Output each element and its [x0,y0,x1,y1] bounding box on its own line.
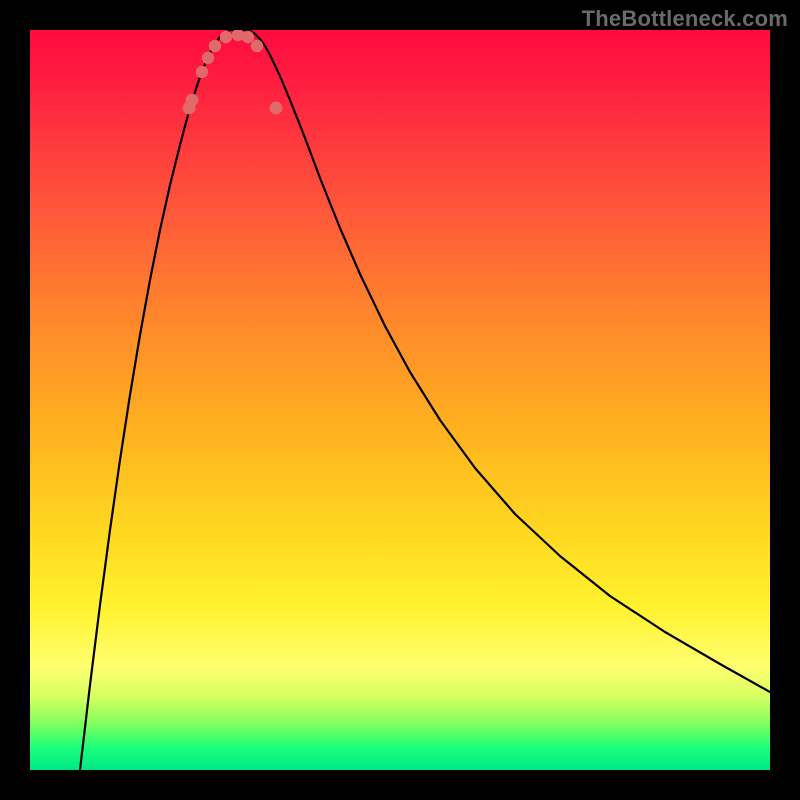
curve-marker [270,102,283,115]
curve-marker [220,31,232,43]
curve-marker [251,40,263,52]
curve-marker [242,31,254,43]
curve-marker [202,52,214,64]
chart-svg [30,30,770,770]
curve-marker [209,40,221,52]
curve-marker [196,66,208,78]
bottleneck-curve [80,30,770,770]
curve-marker [186,94,199,107]
chart-plot-area [30,30,770,770]
watermark-text: TheBottleneck.com [582,6,788,32]
